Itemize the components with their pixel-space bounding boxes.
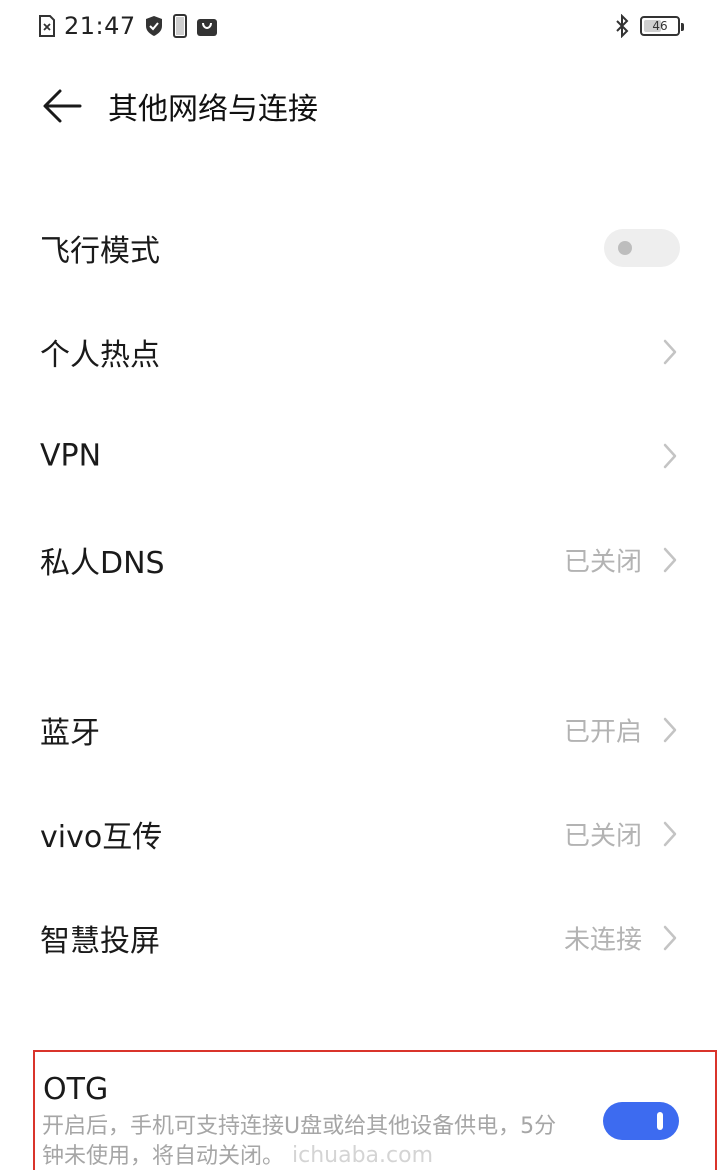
private-dns-row[interactable]: 私人DNS 已关闭 — [0, 510, 720, 610]
row-label: vivo互传 — [40, 820, 163, 855]
chevron-right-icon — [663, 925, 677, 951]
chevron-right-icon — [663, 443, 677, 469]
status-bar: 21:47 46 — [0, 0, 720, 56]
row-label: 蓝牙 — [40, 716, 100, 751]
status-bar-right: 46 — [614, 14, 684, 38]
row-status: 已开启 — [563, 717, 642, 748]
toggle-knob — [657, 1112, 663, 1130]
chevron-right-icon — [663, 547, 677, 573]
watermark: ichuaba.com — [292, 1143, 434, 1168]
chevron-right-icon — [663, 339, 677, 365]
row-status: 已关闭 — [563, 821, 642, 852]
page-title: 其他网络与连接 — [108, 92, 318, 127]
chevron-right-icon — [663, 821, 677, 847]
personal-hotspot-row[interactable]: 个人热点 — [0, 302, 720, 402]
chevron-right-icon — [663, 717, 677, 743]
otg-toggle[interactable] — [603, 1102, 679, 1140]
shopping-bag-icon — [196, 19, 217, 36]
row-label: 飞行模式 — [40, 234, 160, 269]
header: 其他网络与连接 — [0, 70, 720, 140]
status-time: 21:47 — [64, 12, 136, 40]
shield-icon — [145, 16, 162, 36]
battery-icon: 46 — [640, 16, 684, 36]
bluetooth-icon — [616, 14, 629, 38]
otg-title: OTG — [43, 1072, 109, 1107]
vivo-share-row[interactable]: vivo互传 已关闭 — [0, 784, 720, 884]
sim-error-icon — [39, 15, 55, 37]
phone-outline-icon — [172, 14, 187, 38]
toggle-knob — [618, 241, 632, 255]
back-arrow-icon[interactable] — [40, 86, 84, 126]
battery-level: 46 — [652, 19, 668, 33]
row-label: 私人DNS — [40, 546, 165, 581]
row-label: 个人热点 — [40, 338, 160, 373]
airplane-mode-toggle[interactable] — [604, 229, 680, 267]
row-label: VPN — [40, 438, 102, 474]
airplane-mode-row[interactable]: 飞行模式 — [0, 198, 720, 298]
vpn-row[interactable]: VPN — [0, 406, 720, 506]
row-status: 未连接 — [563, 925, 642, 956]
row-label: 智慧投屏 — [40, 924, 160, 959]
bluetooth-row[interactable]: 蓝牙 已开启 — [0, 680, 720, 780]
smart-cast-row[interactable]: 智慧投屏 未连接 — [0, 888, 720, 988]
status-bar-left: 21:47 — [38, 12, 218, 40]
row-status: 已关闭 — [563, 547, 642, 578]
